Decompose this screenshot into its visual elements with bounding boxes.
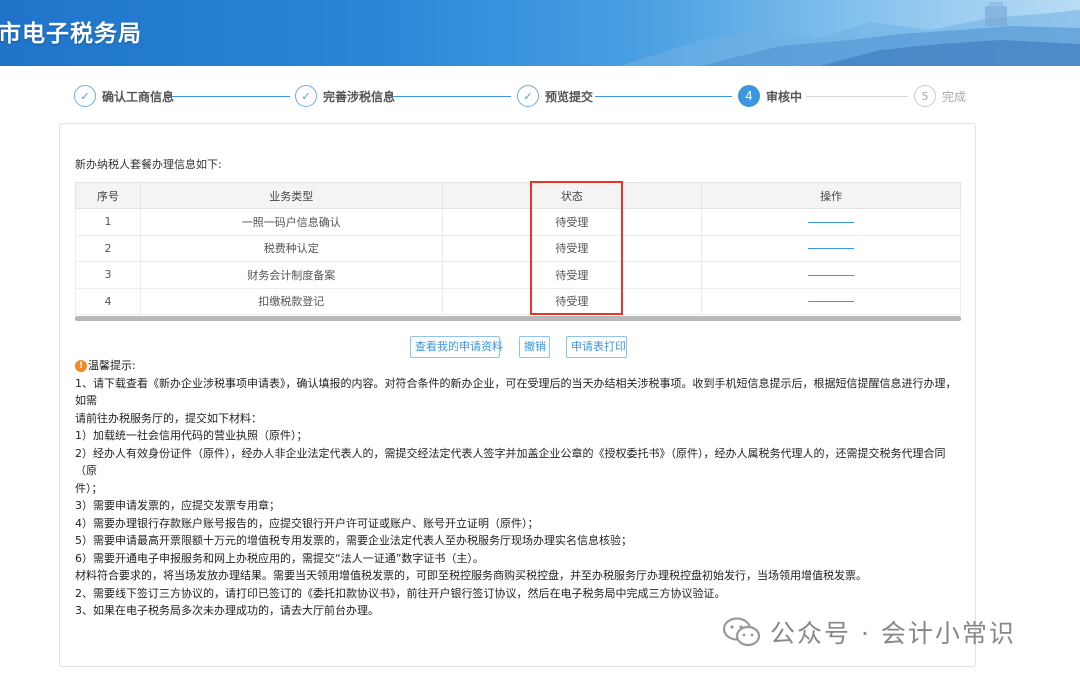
- step-label: 完善涉税信息: [323, 89, 396, 104]
- row-type: 财务会计制度备案: [139, 261, 443, 289]
- intro-text: 新办纳税人套餐办理信息如下:: [75, 158, 222, 171]
- step-complete-tax-info: ✓ 完善涉税信息: [295, 84, 395, 108]
- row-status: 待受理: [441, 287, 703, 315]
- step-number: 4: [738, 85, 760, 107]
- wechat-icon: [722, 617, 761, 647]
- tips-title: 温馨提示:: [88, 359, 136, 372]
- tips-section: ! 温馨提示: 1、请下载查看《新办企业涉税事项申请表》，确认填报的内容。对符合…: [75, 357, 965, 620]
- table-row: 2 税费种认定 待受理: [75, 234, 961, 262]
- tip-line: 1）加载统一社会信用代码的营业执照（原件）；: [75, 429, 308, 442]
- business-table: 序号 业务类型 状态 操作 1 一照一码户信息确认 待受理 2 税费种认定 待受…: [75, 182, 961, 321]
- mountain-backdrop-illustration: [620, 2, 1080, 66]
- row-action: [701, 287, 961, 315]
- tip-line: 3）需要申请发票的，应提交发票专用章；: [75, 499, 280, 512]
- check-icon: ✓: [74, 85, 96, 107]
- step-under-review: 4 审核中: [738, 84, 802, 108]
- table-row: 4 扣缴税款登记 待受理: [75, 287, 961, 315]
- row-type: 税费种认定: [139, 234, 443, 262]
- step-number: 5: [914, 85, 936, 107]
- action-link[interactable]: [808, 274, 855, 276]
- row-action: [701, 261, 961, 289]
- row-status: 待受理: [441, 208, 703, 236]
- watermark: 公众号 · 会计小常识: [722, 614, 1016, 650]
- row-status: 待受理: [441, 234, 703, 262]
- row-status: 待受理: [441, 261, 703, 289]
- tip-line: 请前往办税服务厅的，提交如下材料：: [75, 411, 262, 425]
- step-label: 完成: [942, 89, 967, 104]
- row-type: 一照一码户信息确认: [139, 208, 443, 236]
- table-row: 1 一照一码户信息确认 待受理: [75, 208, 961, 236]
- tip-line: 1、请下载查看《新办企业涉税事项申请表》，确认填报的内容。对符合条件的新办企业，…: [75, 376, 957, 408]
- column-header-type: 业务类型: [139, 182, 443, 209]
- step-connector: [172, 96, 290, 97]
- step-connector: [595, 96, 732, 97]
- revoke-button[interactable]: 撤销: [519, 336, 550, 358]
- column-header-action: 操作: [701, 182, 961, 209]
- row-index: 2: [75, 234, 141, 262]
- step-preview-submit: ✓ 预览提交: [517, 84, 593, 108]
- row-type: 扣缴税款登记: [139, 287, 443, 315]
- info-icon: !: [75, 359, 87, 372]
- row-action: [701, 234, 961, 262]
- view-my-materials-button[interactable]: 查看我的申请资料: [410, 336, 503, 358]
- column-header-index: 序号: [75, 182, 141, 209]
- step-confirm-business-info: ✓ 确认工商信息: [74, 84, 174, 108]
- step-complete: 5 完成: [914, 84, 966, 108]
- tip-line: 2）经办人有效身份证件（原件），经办人非企业法定代表人的，需提交经法定代表人签字…: [75, 446, 946, 478]
- tip-line: 2、需要线下签订三方协议的，请打印已签订的《委托扣款协议书》，前往开户银行签订协…: [75, 586, 726, 600]
- check-icon: ✓: [295, 85, 317, 107]
- site-title: 市电子税务局: [0, 21, 142, 47]
- watermark-text: 公众号 · 会计小常识: [770, 619, 1016, 648]
- table-row: 3 财务会计制度备案 待受理: [75, 261, 961, 289]
- column-header-status: 状态: [441, 182, 703, 209]
- table-horizontal-scrollbar[interactable]: [75, 316, 961, 321]
- tip-line: 5）需要申请最高开票限额十万元的增值税专用发票的，需要企业法定代表人至办税服务厅…: [75, 534, 632, 547]
- action-link[interactable]: [808, 301, 855, 303]
- progress-steps: ✓ 确认工商信息 ✓ 完善涉税信息 ✓ 预览提交 4 审核中 5 完成: [0, 84, 1080, 112]
- tip-line: 材料符合要求的，将当场发放办理结果。需要当天领用增值税发票的，可即至税控服务商购…: [75, 569, 867, 582]
- step-label: 预览提交: [545, 89, 594, 104]
- action-link[interactable]: [808, 248, 855, 250]
- row-index: 3: [75, 261, 141, 289]
- row-index: 1: [75, 208, 141, 236]
- tip-line: 件）；: [75, 481, 103, 495]
- step-connector: [393, 96, 511, 97]
- check-icon: ✓: [517, 85, 539, 107]
- print-form-button[interactable]: 申请表打印: [566, 336, 627, 358]
- action-link[interactable]: [808, 221, 855, 223]
- step-connector: [806, 96, 908, 97]
- row-index: 4: [75, 287, 141, 315]
- table-header-row: 序号 业务类型 状态 操作: [75, 182, 961, 209]
- main-card: 新办纳税人套餐办理信息如下: 序号 业务类型 状态 操作 1 一照一码户信息确认…: [59, 123, 976, 667]
- step-label: 确认工商信息: [102, 89, 175, 104]
- header-banner: 市电子税务局: [0, 0, 1080, 66]
- step-label: 审核中: [766, 89, 803, 104]
- row-action: [701, 208, 961, 236]
- tip-line: 6）需要开通电子申报服务和网上办税应用的，需提交“法人一证通”数字证书（主）。: [75, 551, 484, 565]
- tip-line: 4）需要办理银行存款账户账号报告的，应提交银行开户许可证或账户、账号开立证明（原…: [75, 516, 539, 530]
